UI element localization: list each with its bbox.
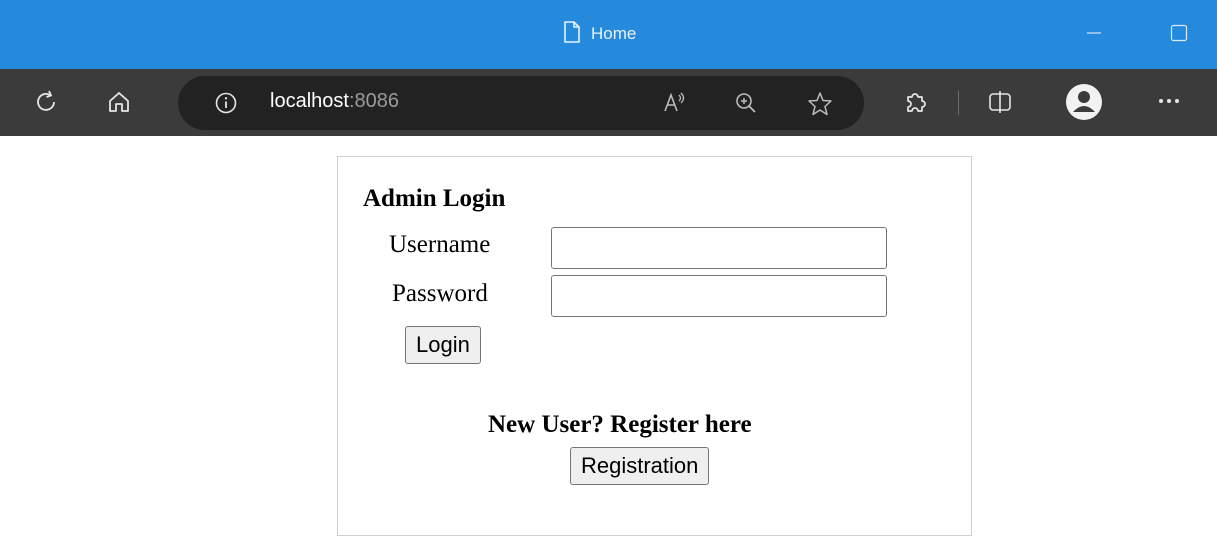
registration-button[interactable]: Registration [570, 447, 710, 485]
toolbar-separator [958, 91, 959, 115]
login-panel: Admin Login Username Password Login New … [337, 156, 972, 536]
more-icon[interactable] [1158, 97, 1180, 105]
browser-toolbar: localhost:8086 [0, 69, 1217, 136]
minimize-icon[interactable] [1086, 24, 1102, 45]
password-label: Password [392, 280, 488, 307]
info-icon[interactable] [214, 91, 238, 115]
username-label: Username [389, 231, 491, 258]
extensions-icon[interactable] [902, 89, 928, 115]
window-title-group: Home [563, 20, 637, 48]
register-heading: New User? Register here [488, 411, 752, 438]
read-aloud-icon[interactable] [662, 90, 688, 116]
split-screen-icon[interactable] [987, 89, 1013, 115]
address-bar[interactable]: localhost:8086 [178, 76, 864, 130]
title-bar: Home [0, 0, 1217, 69]
window-title: Home [591, 24, 637, 43]
url-port: :8086 [348, 90, 399, 112]
profile-icon[interactable] [1065, 83, 1103, 121]
home-icon[interactable] [106, 89, 132, 115]
login-heading: Admin Login [363, 185, 506, 212]
login-button[interactable]: Login [405, 326, 481, 364]
password-input[interactable] [551, 275, 887, 317]
refresh-icon[interactable] [33, 89, 59, 115]
url-host: localhost [270, 90, 349, 112]
maximize-icon[interactable] [1170, 24, 1188, 47]
zoom-icon[interactable] [733, 90, 759, 116]
document-icon [563, 20, 581, 48]
favorite-star-icon[interactable] [806, 90, 834, 118]
username-input[interactable] [551, 227, 887, 269]
url-text[interactable]: localhost:8086 [270, 90, 399, 113]
